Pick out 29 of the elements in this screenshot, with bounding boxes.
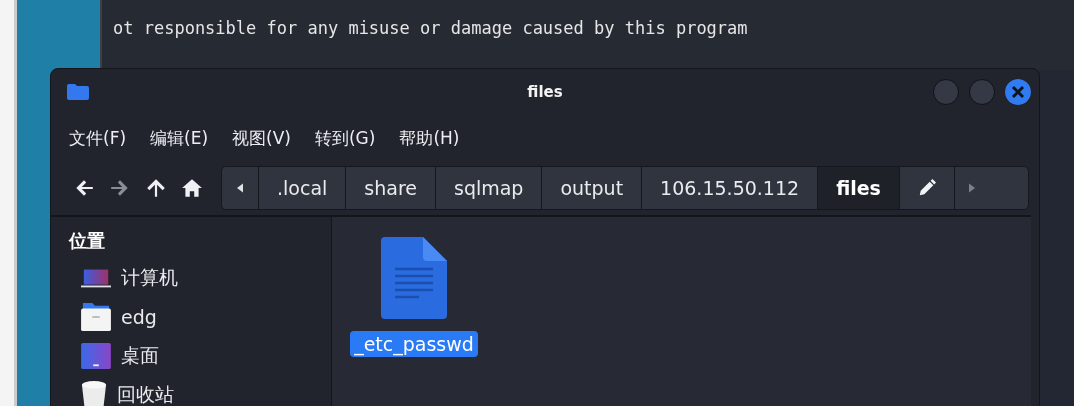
- caret-icon: [237, 183, 243, 193]
- menu-item[interactable]: 转到(G): [314, 126, 376, 150]
- window-title: files: [526, 83, 564, 101]
- sidebar-item[interactable]: 桌面: [69, 339, 331, 372]
- path-button[interactable]: share: [346, 167, 436, 209]
- sidebar-item[interactable]: edg: [69, 300, 331, 333]
- folder-icon: [67, 84, 89, 100]
- sidebar-item[interactable]: 回收站: [69, 378, 331, 406]
- menu-item[interactable]: 文件(F): [69, 126, 127, 150]
- path-button[interactable]: sqlmap: [436, 167, 543, 209]
- folder-icon: [81, 302, 111, 331]
- home-icon[interactable]: [181, 177, 203, 199]
- desktop-icon: [81, 342, 111, 369]
- menu-item[interactable]: 帮助(H): [399, 126, 460, 150]
- sidebar-heading: 位置: [69, 229, 106, 253]
- path-button[interactable]: files: [818, 167, 900, 209]
- pencil-icon: [917, 179, 936, 197]
- path-button[interactable]: output: [542, 167, 643, 209]
- sidebar-item[interactable]: 计算机: [69, 261, 331, 294]
- close-button[interactable]: [1005, 79, 1031, 105]
- caret-icon: [968, 183, 975, 193]
- menu-item[interactable]: 视图(V): [232, 126, 291, 150]
- arrow-icon[interactable]: [145, 177, 167, 199]
- path-button[interactable]: .local: [259, 167, 347, 209]
- document-icon: [381, 237, 447, 319]
- menu-item[interactable]: 编辑(E): [150, 126, 209, 150]
- terminal-output: ot responsible for any misuse or damage caused by this program: [113, 18, 748, 38]
- file-name[interactable]: _etc_passwd: [350, 331, 478, 357]
- trash-icon: [81, 380, 107, 406]
